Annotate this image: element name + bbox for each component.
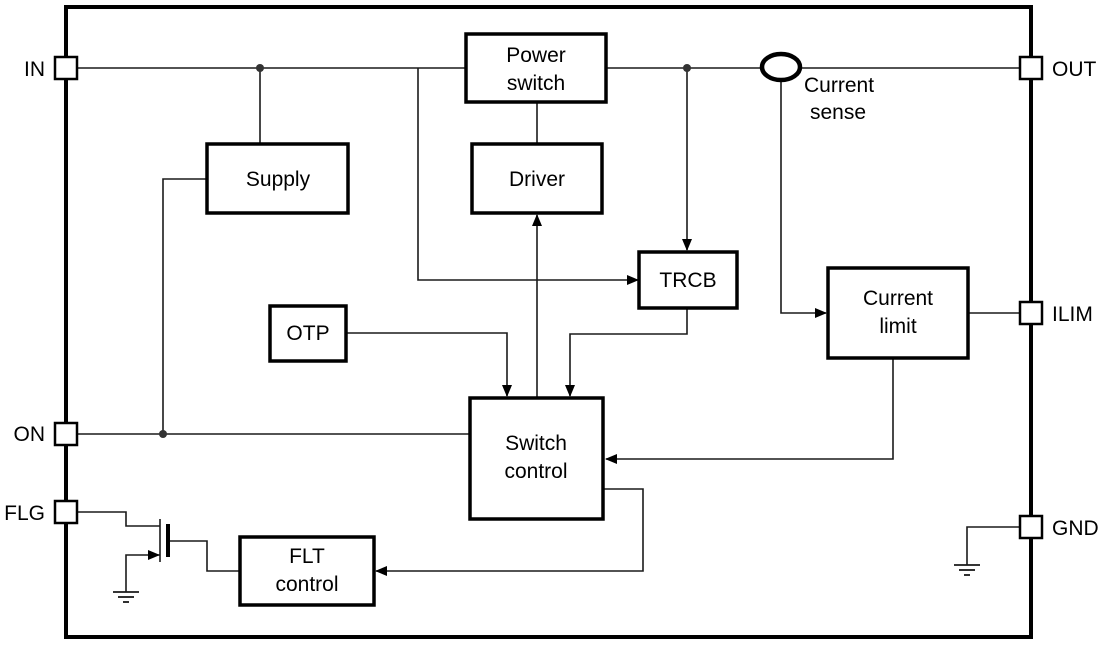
block-current-limit-label-2: limit: [879, 315, 916, 338]
wire-gnd-pin: [966, 526, 1019, 565]
block-diagram: Current sense Power switch Driver Supply…: [4, 5, 1099, 639]
block-trcb-label: TRCB: [659, 269, 716, 292]
pin-on[interactable]: ON: [14, 421, 79, 447]
block-power-switch[interactable]: Power switch: [464, 32, 608, 104]
wire-source-gnd: [125, 554, 160, 592]
junction-dot: [159, 430, 167, 438]
block-otp-label: OTP: [286, 322, 329, 345]
pin-gnd[interactable]: GND: [1018, 514, 1099, 540]
block-switch-control-label-1: Switch: [505, 432, 567, 455]
block-driver[interactable]: Driver: [470, 142, 604, 215]
block-power-switch-label-1: Power: [506, 44, 566, 67]
current-sense-label-1: Current: [804, 74, 874, 97]
block-switch-control[interactable]: Switch control: [468, 396, 605, 521]
block-flt-control-label-1: FLT: [289, 545, 325, 568]
wire-flt-gate: [168, 540, 240, 572]
pin-in[interactable]: IN: [24, 55, 79, 81]
wire-otp-sc: [346, 332, 512, 397]
ground-symbol-icon: [954, 564, 980, 576]
junction-dot: [683, 64, 691, 72]
pin-on-label: ON: [14, 423, 46, 446]
block-supply-label: Supply: [246, 168, 311, 191]
wire-flg-drain: [78, 511, 160, 527]
pin-flg[interactable]: FLG: [4, 499, 79, 525]
pin-in-label: IN: [24, 58, 45, 81]
junction-dot: [256, 64, 264, 72]
block-flt-control-label-2: control: [275, 573, 338, 596]
current-sense-icon: [759, 51, 803, 83]
pin-ilim-label: ILIM: [1052, 303, 1093, 326]
block-current-limit[interactable]: Current limit: [826, 266, 970, 360]
wire-supply-on: [162, 178, 207, 434]
pin-flg-label: FLG: [4, 502, 45, 525]
block-otp[interactable]: OTP: [268, 304, 348, 363]
wire-climit-sc: [605, 358, 894, 464]
pin-gnd-label: GND: [1052, 517, 1099, 540]
block-driver-label: Driver: [509, 168, 565, 191]
block-flt-control[interactable]: FLT control: [238, 535, 376, 607]
block-power-switch-label-2: switch: [507, 72, 565, 95]
block-current-limit-label-1: Current: [863, 287, 933, 310]
block-supply[interactable]: Supply: [205, 142, 350, 215]
pin-ilim[interactable]: ILIM: [1018, 300, 1093, 326]
pin-out[interactable]: OUT: [1018, 55, 1097, 81]
wire-trcb-sc: [565, 307, 688, 397]
ground-symbol-icon: [113, 591, 139, 603]
block-switch-control-label-2: control: [504, 460, 567, 483]
current-sense-label-2: sense: [810, 101, 866, 124]
block-trcb[interactable]: TRCB: [637, 250, 739, 310]
pin-out-label: OUT: [1052, 58, 1097, 81]
